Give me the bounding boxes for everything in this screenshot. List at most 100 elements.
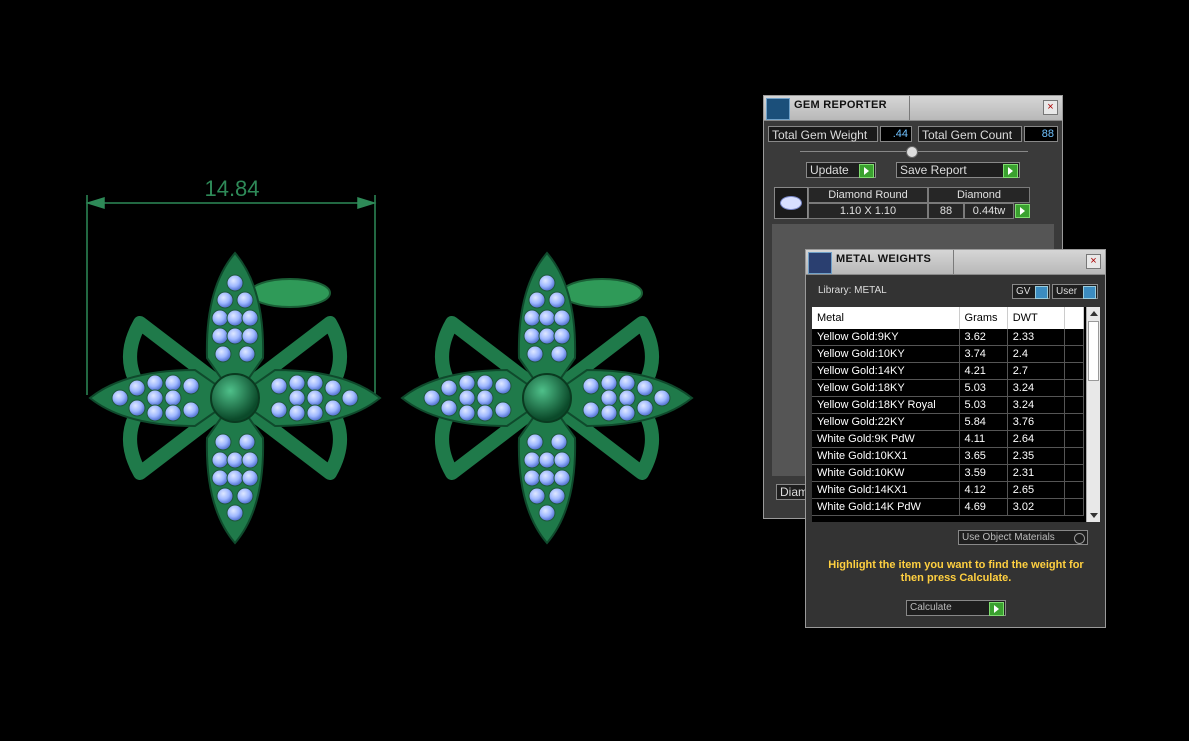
gem-size: 1.10 X 1.10 [808, 203, 928, 219]
filler-cell [1064, 362, 1085, 380]
scroll-up-arrow-icon[interactable] [1090, 311, 1098, 316]
grams-cell: 4.69 [959, 498, 1008, 516]
metal-name-cell: Yellow Gold:14KY [812, 362, 960, 380]
table-row[interactable]: White Gold:9K PdW 4.11 2.64 [812, 430, 1085, 448]
gem-reporter-slider[interactable] [800, 146, 1028, 158]
save-report-button-label: Save Report [900, 163, 967, 177]
gem-list-item[interactable]: Diamond Round Diamond 1.10 X 1.10 88 0.4… [772, 184, 1034, 220]
dwt-cell: 2.64 [1007, 430, 1065, 448]
table-row[interactable]: Yellow Gold:18KY Royal 5.03 3.24 [812, 396, 1085, 414]
grams-cell: 3.62 [959, 329, 1008, 346]
diamond-thumbnail-icon [774, 187, 808, 219]
gv-label: GV [1016, 286, 1031, 297]
total-gem-weight-value: .44 [880, 126, 912, 142]
metal-name-cell: Yellow Gold:18KY [812, 379, 960, 397]
grams-cell: 5.03 [959, 396, 1008, 414]
instruction-text: Highlight the item you want to find the … [828, 559, 1084, 584]
column-header-metal[interactable]: Metal [812, 307, 960, 329]
table-row[interactable]: Yellow Gold:18KY 5.03 3.24 [812, 379, 1085, 397]
metal-name-cell: White Gold:9K PdW [812, 430, 960, 448]
metal-name-cell: Yellow Gold:9KY [812, 329, 960, 346]
metal-table-container[interactable]: Metal Grams DWT Yellow Gold:9KY 3.62 2.33 Y… [812, 307, 1100, 522]
scroll-down-arrow-icon[interactable] [1090, 513, 1098, 518]
close-icon[interactable]: × [1086, 254, 1101, 269]
grams-cell: 3.74 [959, 345, 1008, 363]
grams-cell: 4.21 [959, 362, 1008, 380]
metal-table-scrollbar[interactable] [1086, 307, 1100, 522]
grams-cell: 4.12 [959, 481, 1008, 499]
dwt-cell: 2.65 [1007, 481, 1065, 499]
grams-cell: 4.11 [959, 430, 1008, 448]
table-row[interactable]: Yellow Gold:22KY 5.84 3.76 [812, 413, 1085, 431]
grams-cell: 3.59 [959, 464, 1008, 482]
filler-cell [1064, 345, 1085, 363]
save-report-button[interactable]: Save Report [896, 162, 1020, 178]
play-arrow-icon [1003, 164, 1018, 178]
info-icon [1083, 286, 1096, 299]
dwt-cell: 3.76 [1007, 413, 1065, 431]
filler-cell [1064, 379, 1085, 397]
dwt-cell: 3.02 [1007, 498, 1065, 516]
metal-name-cell: Yellow Gold:22KY [812, 413, 960, 431]
gem-count: 88 [928, 203, 964, 219]
update-button[interactable]: Update [806, 162, 876, 178]
table-row[interactable]: Yellow Gold:9KY 3.62 2.33 [812, 329, 1085, 346]
table-row[interactable]: Yellow Gold:10KY 3.74 2.4 [812, 345, 1085, 363]
total-gem-count-label: Total Gem Count [918, 126, 1022, 142]
total-gem-weight-label: Total Gem Weight [768, 126, 878, 142]
gem-weight: 0.44tw [964, 203, 1014, 219]
column-header-grams[interactable]: Grams [959, 307, 1008, 329]
grams-cell: 3.65 [959, 447, 1008, 465]
user-toggle[interactable]: User [1052, 284, 1098, 299]
scroll-thumb[interactable] [1088, 321, 1099, 381]
library-label: Library: METAL [818, 285, 887, 296]
dwt-cell: 2.31 [1007, 464, 1065, 482]
play-arrow-icon [989, 602, 1004, 616]
metal-weights-icon [808, 252, 832, 274]
filler-cell [1064, 498, 1085, 516]
toggle-circle-icon [1074, 533, 1085, 544]
table-row[interactable]: White Gold:10KX1 3.65 2.35 [812, 447, 1085, 465]
table-row[interactable]: White Gold:14KX1 4.12 2.65 [812, 481, 1085, 499]
table-header-row: Metal Grams DWT [812, 307, 1085, 329]
dwt-cell: 2.4 [1007, 345, 1065, 363]
calculate-button[interactable]: Calculate [906, 600, 1006, 616]
calculate-button-label: Calculate [910, 602, 952, 613]
filler-cell [1064, 464, 1085, 482]
table-row[interactable]: White Gold:14K PdW 4.69 3.02 [812, 498, 1085, 516]
filler-cell [1064, 329, 1085, 346]
dwt-cell: 2.33 [1007, 329, 1065, 346]
column-header-dwt[interactable]: DWT [1007, 307, 1065, 329]
total-gem-count-value: 88 [1024, 126, 1058, 142]
filler-cell [1064, 396, 1085, 414]
table-row[interactable]: Yellow Gold:14KY 4.21 2.7 [812, 362, 1085, 380]
grams-cell: 5.84 [959, 413, 1008, 431]
metal-weights-title: METAL WEIGHTS [836, 253, 932, 265]
update-button-label: Update [810, 163, 849, 177]
use-object-materials-label: Use Object Materials [962, 532, 1055, 543]
dwt-cell: 2.35 [1007, 447, 1065, 465]
gem-detail-arrow-icon[interactable] [1015, 204, 1030, 218]
metal-name-cell: White Gold:14K PdW [812, 498, 960, 516]
metal-weights-titlebar[interactable]: METAL WEIGHTS × [806, 250, 1105, 275]
gem-tab-label: Diam [780, 485, 809, 499]
earring-left[interactable] [90, 253, 380, 543]
metal-name-cell: Yellow Gold:10KY [812, 345, 960, 363]
column-header-filler [1064, 307, 1085, 329]
table-row[interactable]: White Gold:10KW 3.59 2.31 [812, 464, 1085, 482]
dwt-cell: 3.24 [1007, 396, 1065, 414]
gv-toggle[interactable]: GV [1012, 284, 1050, 299]
close-icon[interactable]: × [1043, 100, 1058, 115]
info-icon [1035, 286, 1048, 299]
metal-weights-panel: METAL WEIGHTS × Library: METAL GV User M… [805, 249, 1106, 628]
use-object-materials-toggle[interactable]: Use Object Materials [958, 530, 1088, 545]
dwt-cell: 3.24 [1007, 379, 1065, 397]
user-label: User [1056, 286, 1078, 297]
gem-reporter-titlebar[interactable]: GEM REPORTER × [764, 96, 1062, 121]
grams-cell: 5.03 [959, 379, 1008, 397]
filler-cell [1064, 447, 1085, 465]
metal-name-cell: White Gold:10KW [812, 464, 960, 482]
slider-handle[interactable] [906, 146, 918, 158]
gem-material: Diamond [928, 187, 1030, 203]
earring-right[interactable] [402, 253, 692, 543]
